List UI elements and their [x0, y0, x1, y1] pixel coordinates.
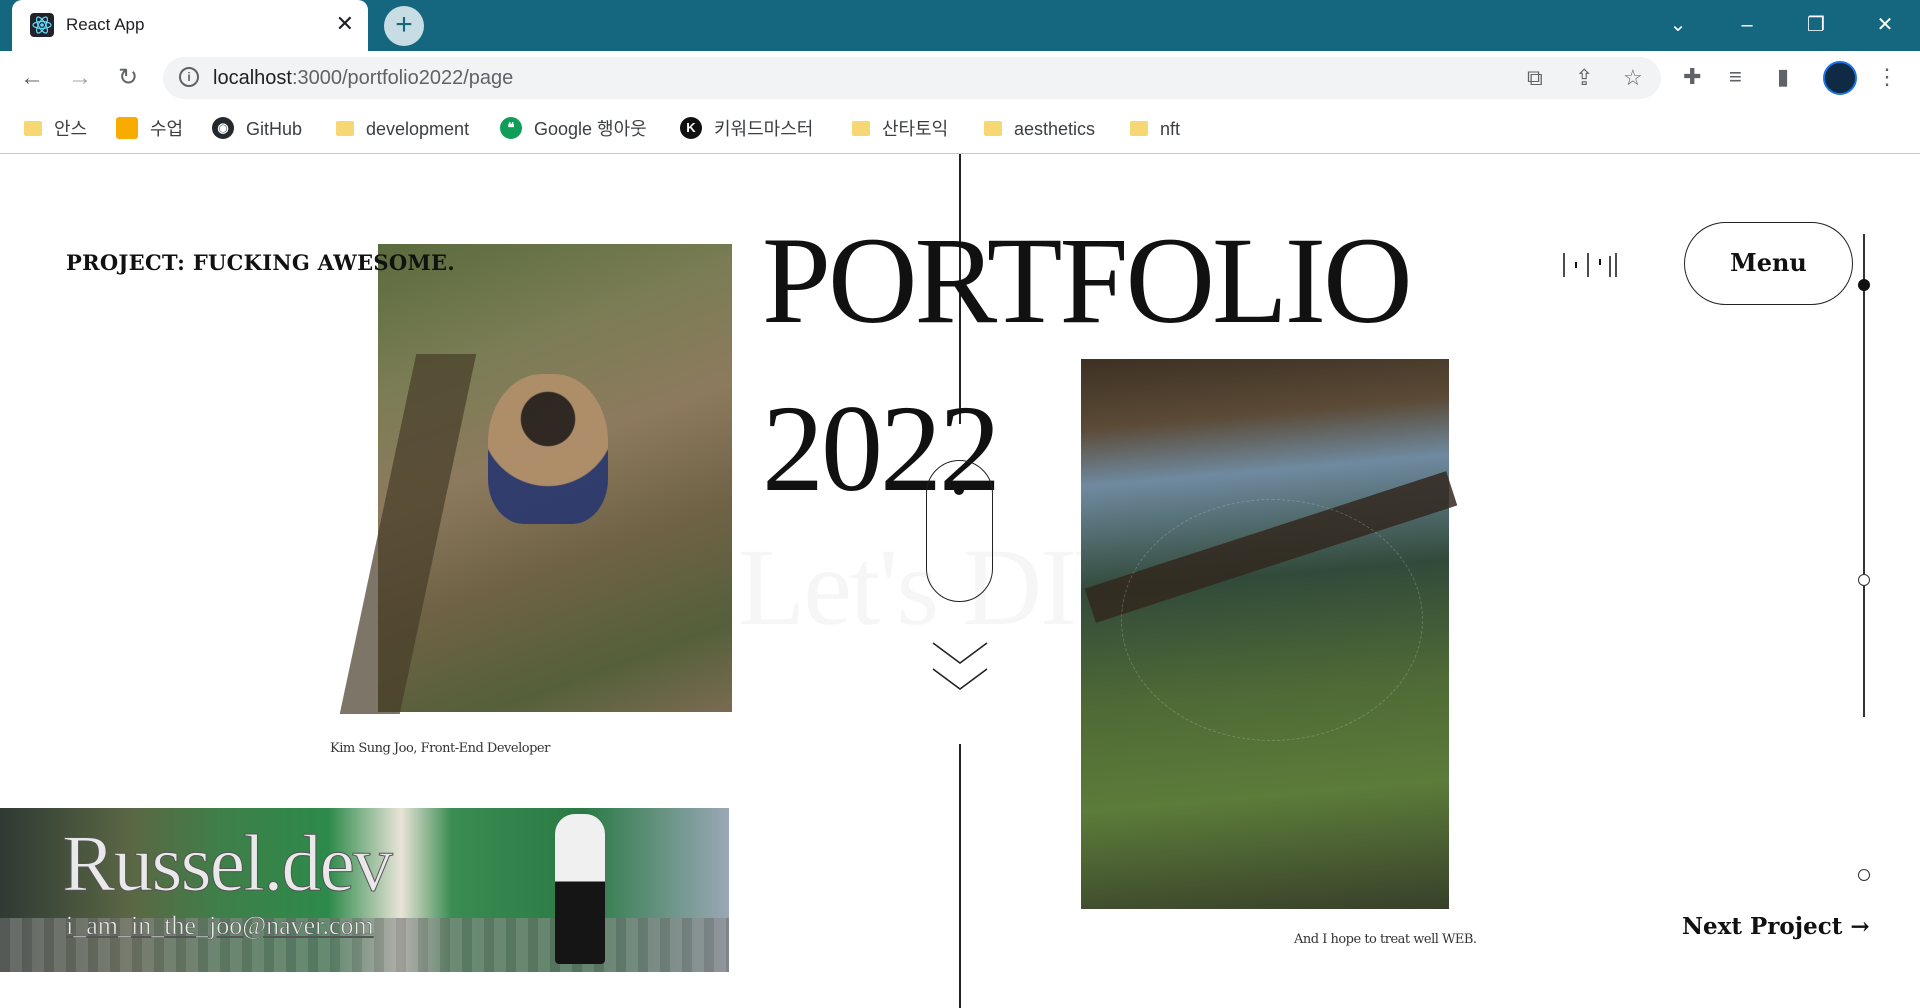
bookmark-label: nft — [1160, 119, 1181, 139]
bookmark-item[interactable]: development — [336, 115, 469, 143]
photo-person-shape — [488, 374, 608, 524]
browser-toolbar: ← → ↻ i localhost:3000/portfolio2022/pag… — [0, 51, 1920, 105]
bookmark-label: GitHub — [246, 119, 303, 139]
url-text[interactable]: localhost:3000/portfolio2022/page — [213, 67, 513, 90]
restore-icon[interactable]: ❐ — [1796, 8, 1836, 42]
minimize-icon[interactable]: – — [1727, 8, 1767, 42]
menu-button[interactable]: Menu — [1684, 222, 1853, 305]
folder-icon — [984, 120, 1002, 136]
new-tab-button[interactable]: + — [384, 6, 424, 46]
url-path: :3000/portfolio2022/page — [291, 67, 514, 89]
url-host: localhost — [213, 67, 292, 89]
photo-caption-right: And I hope to treat well WEB. — [1294, 932, 1477, 947]
bookmark-label: 키워드마스터 — [714, 119, 814, 139]
photo-web-shape — [1121, 499, 1423, 741]
forward-icon[interactable]: → — [64, 62, 96, 94]
tab-title: React App — [66, 15, 145, 34]
bookmark-label: 산타토익 — [882, 119, 949, 139]
photo-caption-left: Kim Sung Joo, Front-End Developer — [330, 741, 550, 756]
folder-icon — [336, 120, 354, 136]
center-divider-bottom — [959, 744, 961, 1008]
bookmark-item[interactable]: 수업 — [116, 115, 183, 143]
profile-avatar[interactable] — [1823, 61, 1857, 95]
bookmark-item[interactable]: nft — [1130, 115, 1180, 143]
bookmark-label: aesthetics — [1014, 119, 1096, 139]
address-bar[interactable]: i localhost:3000/portfolio2022/page ⧉ ⇪ … — [163, 57, 1661, 99]
portrait-photo — [339, 244, 732, 714]
bookmark-item[interactable]: 산타토익 — [852, 115, 948, 143]
brand-name: Russel.dev — [62, 820, 394, 908]
project-title: PROJECT: FUCKING AWESOME. — [66, 250, 455, 275]
next-project-link[interactable]: Next Project → — [1682, 913, 1870, 940]
extensions-icon[interactable]: ✚ — [1683, 64, 1701, 90]
folder-icon — [24, 120, 42, 136]
site-info-icon[interactable]: i — [179, 67, 199, 87]
scroll-indicator[interactable] — [926, 460, 993, 602]
translate-icon[interactable]: ⧉ — [1527, 65, 1543, 91]
browser-tab-active[interactable]: React App ✕ — [12, 0, 368, 51]
tab-close-icon[interactable]: ✕ — [336, 11, 354, 37]
back-icon[interactable]: ← — [16, 62, 48, 94]
reload-icon[interactable]: ↻ — [112, 62, 144, 94]
github-icon: ◉ — [212, 117, 234, 140]
tab-search-icon[interactable]: ⌄ — [1658, 8, 1698, 42]
photo-tree-shape — [339, 354, 477, 714]
bookmark-label: 수업 — [150, 119, 184, 139]
side-panel-icon[interactable]: ▮ — [1777, 64, 1789, 90]
window-close-icon[interactable]: ✕ — [1865, 8, 1905, 42]
section-dot[interactable] — [1858, 869, 1870, 881]
media-control-icon[interactable]: ≡ — [1729, 64, 1742, 90]
banner-figure — [555, 814, 605, 964]
bookmark-star-icon[interactable]: ☆ — [1623, 65, 1643, 91]
classroom-icon — [116, 117, 138, 140]
hangouts-icon: ❝ — [500, 117, 522, 140]
bookmark-item[interactable]: 안스 — [24, 115, 87, 143]
section-dot[interactable] — [1858, 574, 1870, 586]
section-dot-active[interactable] — [1858, 279, 1870, 291]
bookmark-item[interactable]: ❝ Google 행아웃 — [500, 115, 647, 143]
section-progress-track — [1863, 234, 1865, 717]
chevron-down-icon[interactable] — [930, 641, 990, 701]
bookmark-item[interactable]: ◉ GitHub — [212, 115, 302, 143]
share-icon[interactable]: ⇪ — [1575, 65, 1593, 91]
bookmarks-bar: 안스 수업 ◉ GitHub development ❝ Google 행아웃 K키… — [0, 105, 1920, 154]
portfolio-page: Let's DIY PROJECT: FUCKING AWESOME. Kim … — [0, 154, 1920, 1008]
site-logo-icon[interactable] — [1562, 250, 1618, 280]
bookmark-label: development — [366, 119, 470, 139]
bookmark-item[interactable]: aesthetics — [984, 115, 1095, 143]
bookmark-label: Google 행아웃 — [534, 119, 647, 139]
browser-tab-bar: React App ✕ + ⌄ – ❐ ✕ — [0, 0, 1920, 51]
page-heading: PORTFOLIO — [762, 212, 1413, 349]
react-icon — [30, 13, 54, 37]
bookmark-item[interactable]: K 키워드마스터 — [680, 115, 813, 143]
bookmark-label: 안스 — [54, 119, 88, 139]
spiderweb-photo — [1081, 359, 1458, 909]
contact-email-link[interactable]: i_am_in_the_joo@naver.com — [66, 911, 374, 941]
scroll-indicator-dot — [954, 485, 964, 495]
folder-icon — [1130, 120, 1148, 136]
folder-icon — [852, 120, 870, 136]
more-menu-icon[interactable]: ⋮ — [1876, 64, 1898, 90]
k-icon: K — [680, 117, 702, 140]
